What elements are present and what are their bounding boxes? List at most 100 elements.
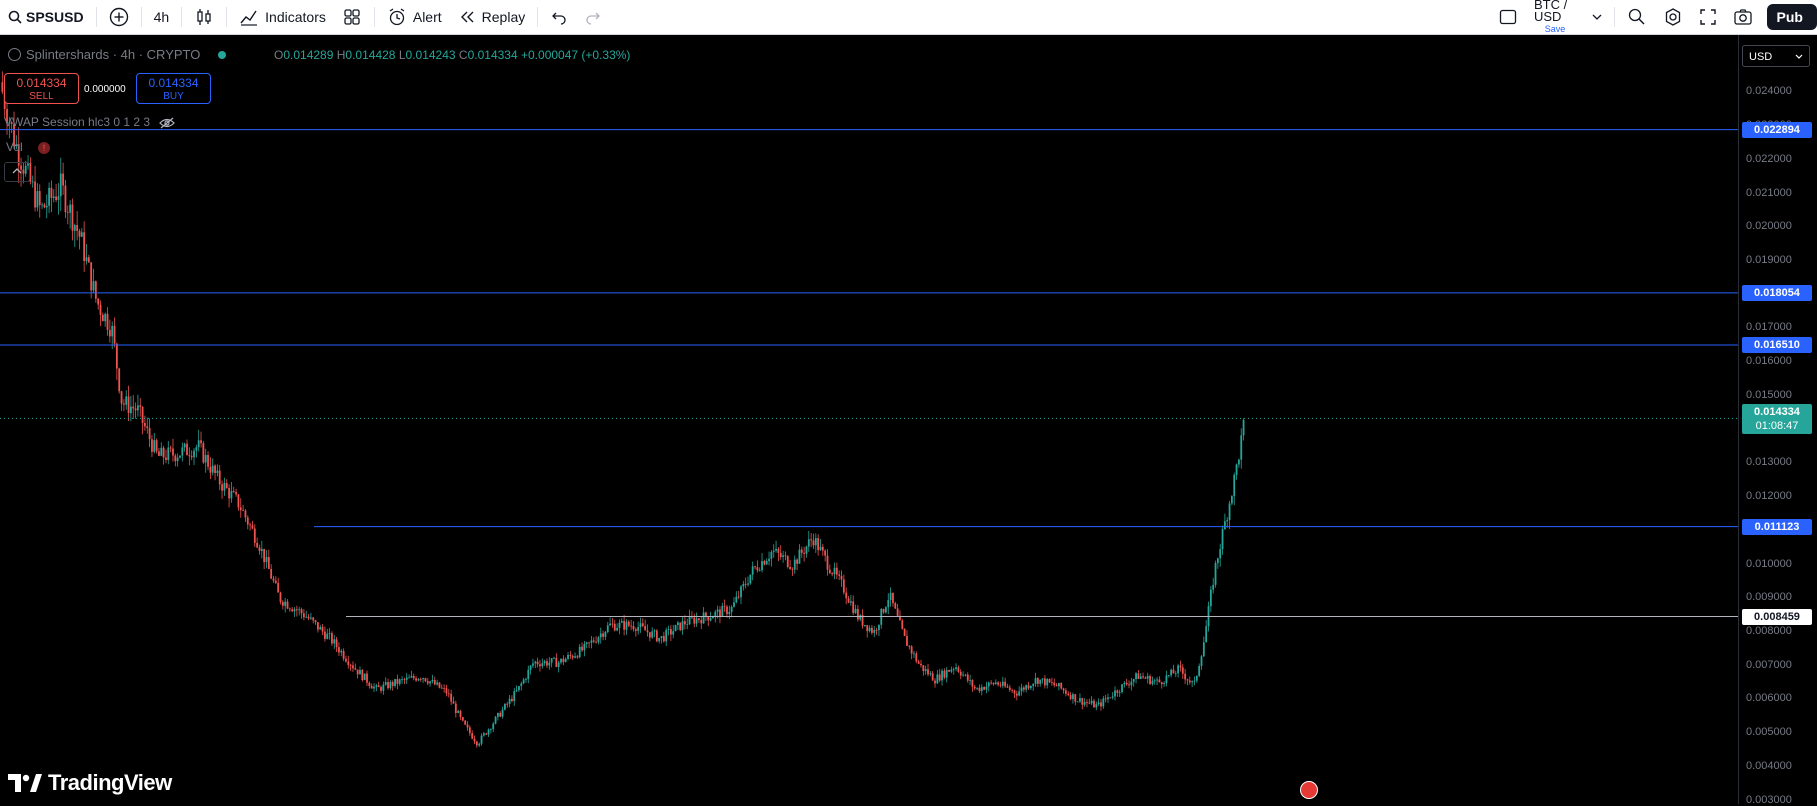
chevron-up-icon (12, 168, 22, 174)
collapse-legend-button[interactable] (4, 162, 30, 182)
candle-body (733, 602, 735, 607)
indicators-button[interactable]: Indicators (231, 0, 334, 34)
candle-body (71, 204, 74, 231)
hidden-eye-icon[interactable] (159, 117, 176, 129)
candle-body (94, 281, 97, 299)
level-price-label[interactable]: 0.016510 (1742, 336, 1812, 353)
layout-menu-button[interactable] (1584, 0, 1610, 34)
candle-body (840, 575, 843, 580)
candle-body (1079, 698, 1081, 702)
candle-body (317, 622, 319, 630)
candle-body (913, 653, 915, 655)
candle-body (854, 608, 857, 613)
candle-body (267, 557, 270, 569)
candle-body (263, 548, 266, 563)
candle-body (1177, 665, 1180, 674)
quick-search-button[interactable] (1619, 0, 1655, 34)
candle-body (298, 609, 301, 611)
settings-button[interactable] (1655, 0, 1691, 34)
candle-body (1123, 682, 1126, 685)
candle-body (216, 470, 219, 474)
candle-body (1240, 435, 1243, 460)
layout-name-button[interactable]: BTC / USD Save (1526, 0, 1584, 34)
candle-body (424, 678, 427, 682)
currency-select[interactable]: USD (1742, 45, 1810, 67)
candle-body (569, 654, 572, 656)
layouts-button[interactable] (334, 0, 370, 34)
price-tick-label: 0.013000 (1746, 456, 1792, 469)
candle-body (585, 642, 588, 644)
candle-body (927, 669, 929, 675)
symbol-search[interactable]: SPSUSD (0, 0, 92, 34)
candle-body (146, 426, 149, 429)
vwap-indicator-legend[interactable]: VWAP Session hlc3 0 1 2 3 (4, 115, 176, 129)
candle-body (230, 491, 233, 499)
candle-body (106, 313, 109, 330)
candle-body (875, 629, 878, 631)
candle-body (52, 196, 55, 198)
candle-body (1184, 673, 1187, 680)
candle-body (228, 487, 230, 499)
candle-body (436, 682, 439, 685)
buy-button[interactable]: 0.014334 BUY (136, 73, 211, 104)
candle-body (546, 661, 548, 666)
candle-body (763, 561, 766, 565)
publish-button[interactable]: Pub (1766, 4, 1817, 30)
candle-body (917, 661, 920, 664)
sell-button[interactable]: 0.014334 SELL (4, 73, 79, 104)
level-price-label[interactable]: 0.011123 (1742, 518, 1812, 535)
candle-body (34, 181, 36, 208)
candle-body (391, 681, 394, 686)
replay-button[interactable]: Replay (450, 0, 534, 34)
redo-button[interactable] (576, 0, 610, 34)
candle-body (518, 686, 520, 691)
price-chart[interactable] (0, 35, 1738, 804)
candle-body (726, 606, 728, 615)
tv-logo-icon (8, 774, 42, 792)
candle-body (653, 630, 656, 632)
interval-label: 4h (153, 9, 170, 25)
candle-body (160, 447, 163, 456)
level-price-label[interactable]: 0.022894 (1742, 121, 1812, 138)
level-price-label[interactable]: 0.018054 (1742, 284, 1812, 301)
candle-body (1076, 701, 1079, 703)
snapshot-button[interactable] (1725, 0, 1761, 34)
candle-body (796, 559, 799, 564)
candle-body (669, 629, 672, 635)
candle-body (959, 671, 962, 676)
compare-symbol-button[interactable] (101, 0, 137, 34)
tradingview-logo[interactable]: TradingView (8, 770, 172, 796)
candle-body (331, 633, 333, 644)
candle-body (695, 618, 698, 624)
candle-body (118, 368, 121, 392)
interval-button[interactable]: 4h (146, 0, 178, 34)
alert-button[interactable]: Alert (379, 0, 450, 34)
chart-type-button[interactable] (186, 0, 222, 34)
candle-body (1015, 693, 1018, 696)
candle-body (139, 405, 142, 407)
candle-body (333, 639, 336, 644)
candle-body (352, 665, 354, 669)
candle-body (950, 669, 953, 672)
candle-body (620, 621, 623, 623)
candle-body (134, 408, 137, 411)
price-axis[interactable]: 0.0250000.0240000.0230000.0220000.021000… (1738, 35, 1817, 806)
layout-toggle-button[interactable] (1490, 0, 1526, 34)
event-flag-icon[interactable] (1300, 781, 1318, 799)
candle-body (293, 609, 296, 612)
candle-body (1008, 687, 1011, 690)
candle-body (475, 741, 478, 746)
candle-body (494, 716, 497, 724)
level-price-label[interactable]: 0.008459 (1742, 608, 1812, 625)
candle-body (627, 621, 630, 626)
candle-body (1130, 681, 1133, 686)
candle-body (534, 661, 537, 664)
fullscreen-button[interactable] (1691, 0, 1725, 34)
undo-button[interactable] (542, 0, 576, 34)
candle-body (501, 709, 504, 717)
candle-body (779, 552, 782, 558)
candle-body (775, 548, 777, 551)
volume-indicator-legend[interactable]: Vol ! (6, 140, 51, 154)
candle-body (440, 687, 443, 689)
candle-body (828, 569, 831, 574)
